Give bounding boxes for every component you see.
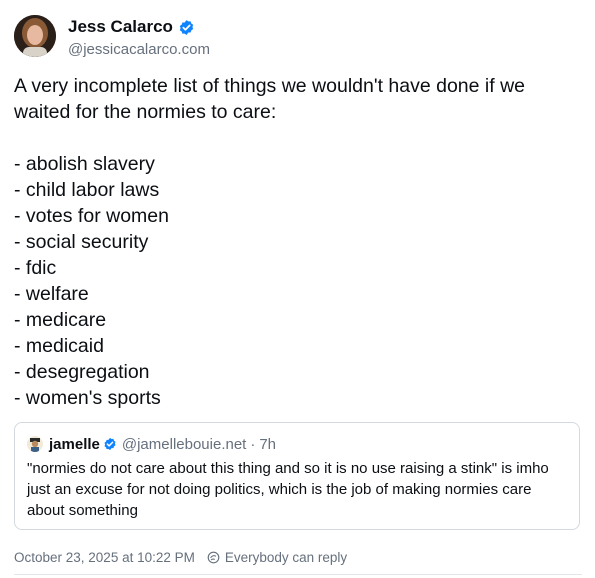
list-item: - social security [14, 231, 149, 253]
quoted-separator: · [250, 435, 256, 453]
list-item: - child labor laws [14, 179, 160, 201]
reply-settings-icon [207, 551, 220, 564]
verified-badge-icon [178, 19, 195, 36]
quoted-timestamp[interactable]: 7h [259, 436, 276, 453]
list-item: - votes for women [14, 205, 169, 227]
post-list: - abolish slavery - child labor laws - v… [14, 151, 584, 411]
avatar-image [14, 15, 56, 57]
quoted-author-avatar[interactable] [27, 436, 43, 452]
quoted-post-header: jamelle @jamellebouie.net · 7h [27, 434, 276, 454]
reply-setting-label[interactable]: Everybody can reply [225, 550, 347, 565]
author-avatar[interactable] [14, 15, 56, 57]
post-meta: October 23, 2025 at 10:22 PM Everybody c… [14, 547, 347, 567]
list-item: - women's sports [14, 387, 161, 409]
quoted-post-text: "normies do not care about this thing an… [27, 460, 549, 519]
author-name-row: Jess Calarco [68, 16, 195, 38]
list-item: - desegregation [14, 361, 150, 383]
post-date: October 23, 2025 at 10:22 PM [14, 549, 195, 565]
author-handle[interactable]: @jessicacalarco.com [68, 41, 210, 58]
list-item: - fdic [14, 257, 57, 279]
list-item: - abolish slavery [14, 153, 155, 175]
divider [14, 574, 582, 575]
quoted-author-handle[interactable]: @jamellebouie.net [122, 436, 246, 453]
author-name[interactable]: Jess Calarco [68, 17, 173, 37]
quoted-post[interactable]: jamelle @jamellebouie.net · 7h "normies … [14, 422, 580, 530]
quoted-author-name[interactable]: jamelle [49, 436, 100, 453]
post-body: A very incomplete list of things we woul… [14, 73, 584, 411]
list-item: - medicaid [14, 335, 104, 357]
post-intro: A very incomplete list of things we woul… [14, 75, 531, 123]
list-item: - medicare [14, 309, 107, 331]
verified-badge-icon [103, 437, 117, 451]
list-item: - welfare [14, 283, 89, 305]
post-card: Jess Calarco @jessicacalarco.com A very … [0, 0, 595, 578]
